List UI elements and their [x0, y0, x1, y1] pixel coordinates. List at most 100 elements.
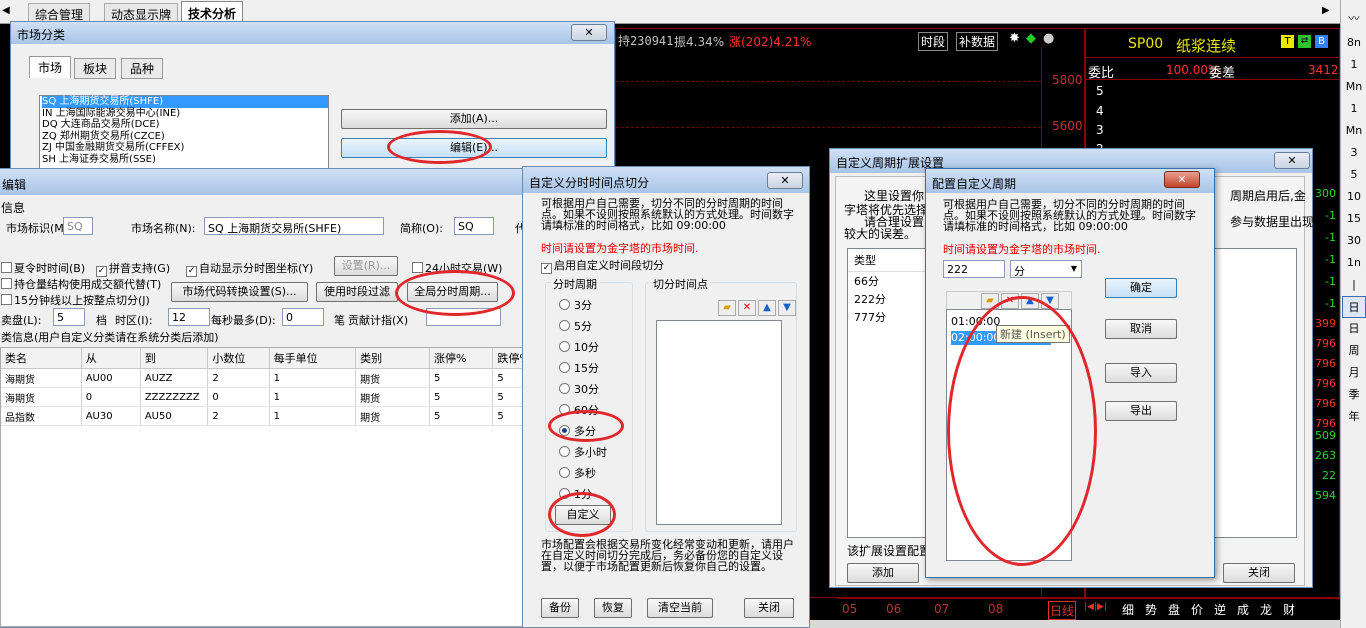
- radio[interactable]: [559, 467, 570, 478]
- folder-icon[interactable]: ▰: [718, 300, 736, 316]
- clear-current-button[interactable]: 清空当前: [647, 598, 713, 618]
- delete-icon[interactable]: ✕: [1001, 293, 1019, 309]
- time-list[interactable]: 01:00:00 02:00:00: [946, 309, 1072, 561]
- arrows-icon[interactable]: ⇄: [1298, 35, 1311, 48]
- h24-checkbox[interactable]: 24小时交易(W): [412, 260, 502, 276]
- table-row[interactable]: 品指数 AU30 AU50 2 1 期货 5 5: [1, 406, 531, 426]
- export-button[interactable]: 导出: [1105, 401, 1177, 421]
- short-name-field[interactable]: SQ: [454, 217, 494, 235]
- col-header[interactable]: 类别: [355, 348, 431, 369]
- col-header[interactable]: 从: [81, 348, 141, 369]
- use-period-button[interactable]: 使用时段过滤: [316, 282, 398, 302]
- tab-finance[interactable]: 财: [1283, 601, 1295, 618]
- t-icon[interactable]: T: [1281, 35, 1294, 48]
- radio-period-selected[interactable]: 多分: [559, 423, 596, 439]
- checkbox[interactable]: [1, 278, 12, 289]
- oi-checkbox[interactable]: 持仓量结构使用成交额代替(T): [1, 276, 161, 292]
- list-item[interactable]: SH 上海证券交易所(SSE): [42, 154, 328, 166]
- global-period-button[interactable]: 全局分时周期...: [407, 282, 498, 302]
- close-icon[interactable]: ✕: [767, 172, 803, 189]
- side-toolbar-item[interactable]: 3: [1342, 142, 1366, 164]
- ok-button[interactable]: 确定: [1105, 278, 1177, 298]
- col-header[interactable]: 每手单位: [269, 348, 357, 369]
- radio[interactable]: [559, 446, 570, 457]
- line-chart-icon[interactable]: 〰: [1342, 8, 1366, 30]
- side-toolbar-item[interactable]: Mn: [1342, 120, 1366, 142]
- class-table[interactable]: 类名 从 到 小数位 每手单位 类别 涨停% 跌停% 海期货 AU00 AUZZ 2 1…: [0, 347, 532, 627]
- radio[interactable]: [559, 425, 570, 436]
- tab-sector[interactable]: 板块: [74, 58, 117, 79]
- edit-titlebar[interactable]: 编辑: [0, 169, 534, 195]
- col-header[interactable]: 涨停%: [429, 348, 494, 369]
- side-toolbar-item[interactable]: 月: [1342, 362, 1366, 384]
- close-button[interactable]: 关闭: [1223, 563, 1295, 583]
- side-toolbar-item[interactable]: 日: [1342, 318, 1366, 340]
- period-value-field[interactable]: 222: [943, 260, 1005, 278]
- side-toolbar-item[interactable]: 10: [1342, 186, 1366, 208]
- side-toolbar-item[interactable]: Mn: [1342, 76, 1366, 98]
- checkbox[interactable]: ✓: [541, 263, 552, 274]
- code-conversion-button[interactable]: 市场代码转换设置(S)...: [171, 282, 308, 302]
- tab-variety[interactable]: 品种: [121, 58, 164, 79]
- radio-period[interactable]: 1分: [559, 486, 592, 502]
- radio-period[interactable]: 10分: [559, 339, 599, 355]
- custom-button[interactable]: 自定义: [555, 505, 611, 525]
- arrow-up-icon[interactable]: ▲: [1021, 293, 1039, 309]
- tab-market[interactable]: 市场: [29, 56, 72, 78]
- market-name-field[interactable]: SQ 上海期货交易所(SHFE): [204, 217, 384, 235]
- side-toolbar-item[interactable]: 年: [1342, 406, 1366, 428]
- type-header[interactable]: 类型: [848, 249, 928, 272]
- radio[interactable]: [559, 320, 570, 331]
- radio-period[interactable]: 5分: [559, 318, 592, 334]
- tab-daily[interactable]: 日线: [1048, 601, 1077, 620]
- timezone-field[interactable]: 12: [168, 308, 210, 326]
- checkbox[interactable]: [1, 262, 12, 273]
- tab-detail[interactable]: 细: [1122, 601, 1134, 618]
- side-toolbar-item[interactable]: 8n: [1342, 32, 1366, 54]
- radio-period[interactable]: 60分: [559, 402, 599, 418]
- side-toolbar-item[interactable]: 1n: [1342, 252, 1366, 274]
- radio[interactable]: [559, 383, 570, 394]
- folder-icon[interactable]: ▰: [981, 293, 999, 309]
- cut15-checkbox[interactable]: 15分钟线以上按整点切分(J): [1, 292, 150, 308]
- radio[interactable]: [559, 341, 570, 352]
- list-item[interactable]: SQ 上海期货交易所(SHFE): [42, 96, 328, 108]
- list-item[interactable]: ZQ 郑州期货交易所(CZCE): [42, 131, 328, 143]
- list-item[interactable]: DQ 大连商品交易所(DCE): [42, 119, 328, 131]
- edit-button[interactable]: 编辑(E)...: [341, 138, 607, 158]
- nav-arrows[interactable]: |◀|▶|: [1084, 602, 1107, 612]
- cutpoints-list[interactable]: [656, 320, 782, 525]
- cancel-button[interactable]: 取消: [1105, 319, 1177, 339]
- close-button[interactable]: 关闭: [744, 598, 794, 618]
- radio-period[interactable]: 多小时: [559, 444, 607, 460]
- delete-icon[interactable]: ✕: [738, 300, 756, 316]
- market-list[interactable]: SQ 上海期货交易所(SHFE) IN 上海国际能源交易中心(INE) DQ 大…: [39, 95, 329, 175]
- pinyin-checkbox[interactable]: ✓ 拼音支持(G): [96, 260, 170, 277]
- radio-period[interactable]: 30分: [559, 381, 599, 397]
- b-icon[interactable]: B: [1315, 35, 1328, 48]
- checkbox[interactable]: [1, 294, 12, 305]
- col-header[interactable]: 到: [140, 348, 209, 369]
- gear-icon[interactable]: ✸: [1009, 31, 1020, 46]
- restore-button[interactable]: 恢复: [594, 598, 632, 618]
- side-toolbar-item[interactable]: 5: [1342, 164, 1366, 186]
- auto-axis-checkbox[interactable]: ✓ 自动显示分时图坐标(Y): [186, 260, 313, 277]
- col-header[interactable]: 小数位: [207, 348, 270, 369]
- side-toolbar-item[interactable]: 1: [1342, 98, 1366, 120]
- circle-icon[interactable]: ●: [1043, 31, 1054, 46]
- table-row[interactable]: 海期货 AU00 AUZZ 2 1 期货 5 5: [1, 368, 531, 388]
- radio[interactable]: [559, 362, 570, 373]
- market-category-titlebar[interactable]: 市场分类: [11, 22, 614, 44]
- list-item[interactable]: IN 上海国际能源交易中心(INE): [42, 108, 328, 120]
- tab-reverse[interactable]: 逆: [1214, 601, 1226, 618]
- side-toolbar-item[interactable]: 周: [1342, 340, 1366, 362]
- add-button[interactable]: 添加(A)...: [341, 109, 607, 129]
- tab-price[interactable]: 价: [1191, 601, 1203, 618]
- radio-period[interactable]: 多秒: [559, 465, 596, 481]
- market-id-field[interactable]: SQ: [63, 217, 93, 235]
- max-field[interactable]: 0: [282, 308, 324, 326]
- checkbox[interactable]: [412, 262, 423, 273]
- sell-field[interactable]: 5: [53, 308, 85, 326]
- tab-trend[interactable]: 势: [1145, 601, 1157, 618]
- tab-book[interactable]: 盘: [1168, 601, 1180, 618]
